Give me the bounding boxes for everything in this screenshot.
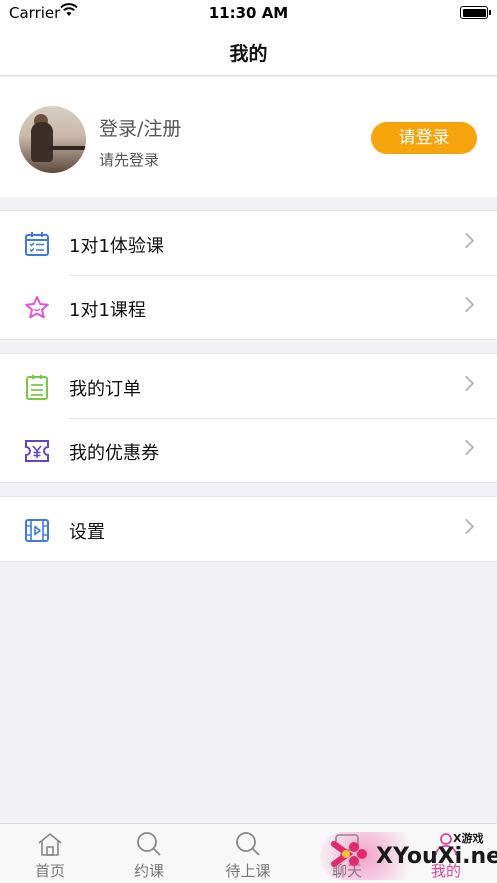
watermark-small-text: X游戏 bbox=[453, 832, 484, 845]
coupon-yen-icon bbox=[25, 440, 49, 462]
login-hint: 请先登录 bbox=[99, 151, 160, 169]
menu-item-label: 我的订单 bbox=[69, 379, 141, 400]
navigation-bar: 我的 bbox=[0, 26, 497, 76]
menu-group-orders: 我的订单 我的优惠券 bbox=[0, 353, 497, 483]
tab-home[interactable]: 首页 bbox=[10, 830, 90, 881]
tab-label: 待上课 bbox=[225, 862, 271, 880]
menu-item-label: 1对1体验课 bbox=[69, 236, 164, 257]
chevron-right-icon bbox=[458, 296, 475, 313]
menu-item-trial-course[interactable]: 1对1体验课 bbox=[0, 211, 497, 275]
clock: 11:30 AM bbox=[208, 4, 289, 22]
watermark-text: XYouXi.net bbox=[376, 844, 497, 869]
chevron-right-icon bbox=[458, 375, 475, 392]
menu-item-label: 设置 bbox=[69, 522, 105, 543]
status-bar: Carrier 11:30 AM bbox=[0, 0, 497, 26]
star-icon bbox=[25, 296, 49, 319]
tab-book-course[interactable]: 约课 bbox=[109, 830, 189, 881]
menu-item-settings[interactable]: 设置 bbox=[0, 497, 497, 561]
home-icon bbox=[38, 832, 62, 856]
gamepad-logo-icon bbox=[331, 841, 367, 867]
menu-item-course[interactable]: 1对1课程 bbox=[0, 275, 497, 339]
search-icon bbox=[137, 832, 161, 856]
calendar-check-icon bbox=[25, 232, 49, 256]
video-film-icon bbox=[25, 519, 49, 542]
watermark: XYouXi.net X游戏 bbox=[320, 824, 497, 883]
chevron-right-icon bbox=[458, 518, 475, 535]
page-title: 我的 bbox=[229, 43, 268, 65]
login-button[interactable]: 请登录 bbox=[371, 122, 477, 154]
login-register-link[interactable]: 登录/注册 bbox=[99, 114, 181, 141]
menu-group-courses: 1对1体验课 1对1课程 bbox=[0, 210, 497, 340]
profile-card[interactable]: 登录/注册 请先登录 请登录 bbox=[0, 77, 497, 197]
avatar[interactable] bbox=[19, 106, 86, 173]
tab-label: 约课 bbox=[133, 862, 164, 880]
chevron-right-icon bbox=[458, 232, 475, 249]
menu-item-label: 我的优惠券 bbox=[69, 443, 159, 464]
clipboard-list-icon bbox=[26, 375, 48, 400]
search-icon bbox=[236, 832, 260, 856]
menu-item-my-coupons[interactable]: 我的优惠券 bbox=[0, 418, 497, 482]
menu-item-my-orders[interactable]: 我的订单 bbox=[0, 354, 497, 418]
tab-upcoming-class[interactable]: 待上课 bbox=[208, 830, 288, 881]
chevron-right-icon bbox=[458, 439, 475, 456]
tab-label: 首页 bbox=[34, 862, 65, 880]
menu-item-label: 1对1课程 bbox=[69, 300, 146, 321]
menu-group-settings: 设置 bbox=[0, 496, 497, 562]
battery-icon bbox=[460, 6, 491, 19]
